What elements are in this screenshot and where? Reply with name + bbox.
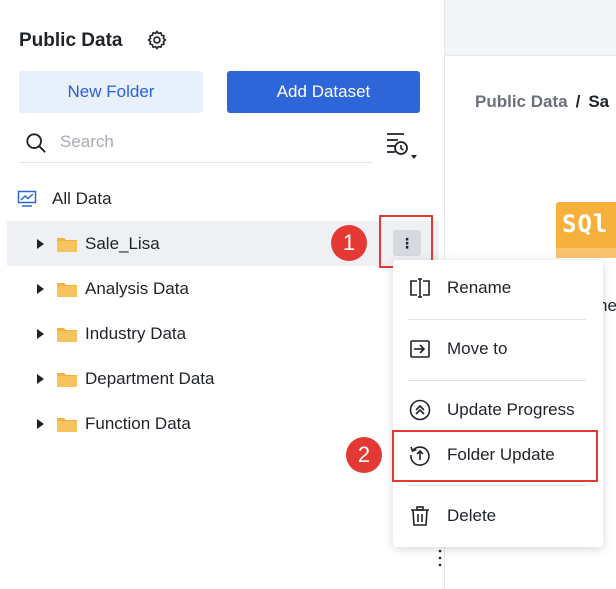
menu-item-label: Move to [447, 339, 508, 358]
tree-item-sale-lisa[interactable]: Sale_Lisa [7, 221, 439, 266]
all-data-label: All Data [52, 189, 112, 208]
tree-item-label: Sale_Lisa [85, 233, 160, 253]
page-title: Public Data [19, 30, 123, 51]
tree-item-label: Department Data [85, 368, 215, 388]
menu-divider [408, 380, 586, 381]
tree-all-data[interactable]: All Data [17, 186, 112, 212]
folder-icon [57, 417, 77, 432]
monitor-chart-icon [17, 190, 37, 207]
sort-filter-icon[interactable] [384, 130, 420, 164]
tree-item-industry-data[interactable]: Industry Data [7, 311, 439, 356]
breadcrumb-root[interactable]: Public Data [475, 92, 568, 111]
dataset-card-thumbnail[interactable]: SQl [556, 202, 616, 258]
menu-divider [408, 485, 586, 486]
menu-item-label: Update Progress [447, 400, 575, 419]
tree-item-department-data[interactable]: Department Data [7, 356, 439, 401]
gear-icon[interactable] [146, 29, 168, 51]
caret-right-icon[interactable] [37, 328, 44, 339]
folder-icon [57, 237, 77, 252]
rename-icon [410, 278, 430, 298]
sql-icon: SQl [562, 210, 609, 238]
step-badge-1: 1 [331, 225, 367, 261]
new-folder-button[interactable]: New Folder [19, 71, 203, 113]
menu-item-label: Rename [447, 278, 512, 297]
tree-item-label: Industry Data [85, 323, 187, 343]
step-badge-2: 2 [346, 437, 382, 473]
add-dataset-button[interactable]: Add Dataset [227, 71, 420, 113]
menu-item-delete[interactable]: Delete [393, 494, 603, 538]
sidebar: Public Data New Folder Add Dataset Searc… [0, 0, 450, 589]
tree-item-label: Function Data [85, 413, 191, 433]
search-input[interactable]: Search [19, 124, 372, 163]
breadcrumb-separator: / [575, 92, 581, 111]
move-to-icon [410, 340, 430, 358]
caret-right-icon[interactable] [37, 238, 44, 249]
folder-icon [57, 282, 77, 297]
menu-item-rename[interactable]: Rename [393, 266, 603, 310]
context-menu: Rename Move to Update Progress Folder Up… [393, 260, 603, 547]
folder-icon [57, 327, 77, 342]
thumbnail-bar [556, 248, 616, 258]
menu-divider [408, 319, 586, 320]
breadcrumb-current: Sa [588, 92, 610, 111]
caret-right-icon[interactable] [37, 373, 44, 384]
caret-right-icon[interactable] [37, 283, 44, 294]
menu-item-update-progress[interactable]: Update Progress [393, 388, 603, 432]
update-progress-icon [409, 399, 431, 421]
breadcrumb: Public Data / Sa [475, 92, 609, 112]
top-bar [445, 0, 616, 56]
trash-icon [411, 506, 429, 526]
tree-item-label: Analysis Data [85, 278, 189, 298]
highlight-box-folder-update [392, 430, 598, 482]
caret-right-icon[interactable] [37, 418, 44, 429]
menu-item-move-to[interactable]: Move to [393, 327, 603, 371]
menu-item-label: Delete [447, 506, 497, 525]
folder-icon [57, 372, 77, 387]
search-placeholder: Search [60, 132, 114, 151]
search-icon [26, 133, 46, 153]
tree-item-analysis-data[interactable]: Analysis Data [7, 266, 439, 311]
more-options-button[interactable]: ⋮ [393, 230, 421, 256]
